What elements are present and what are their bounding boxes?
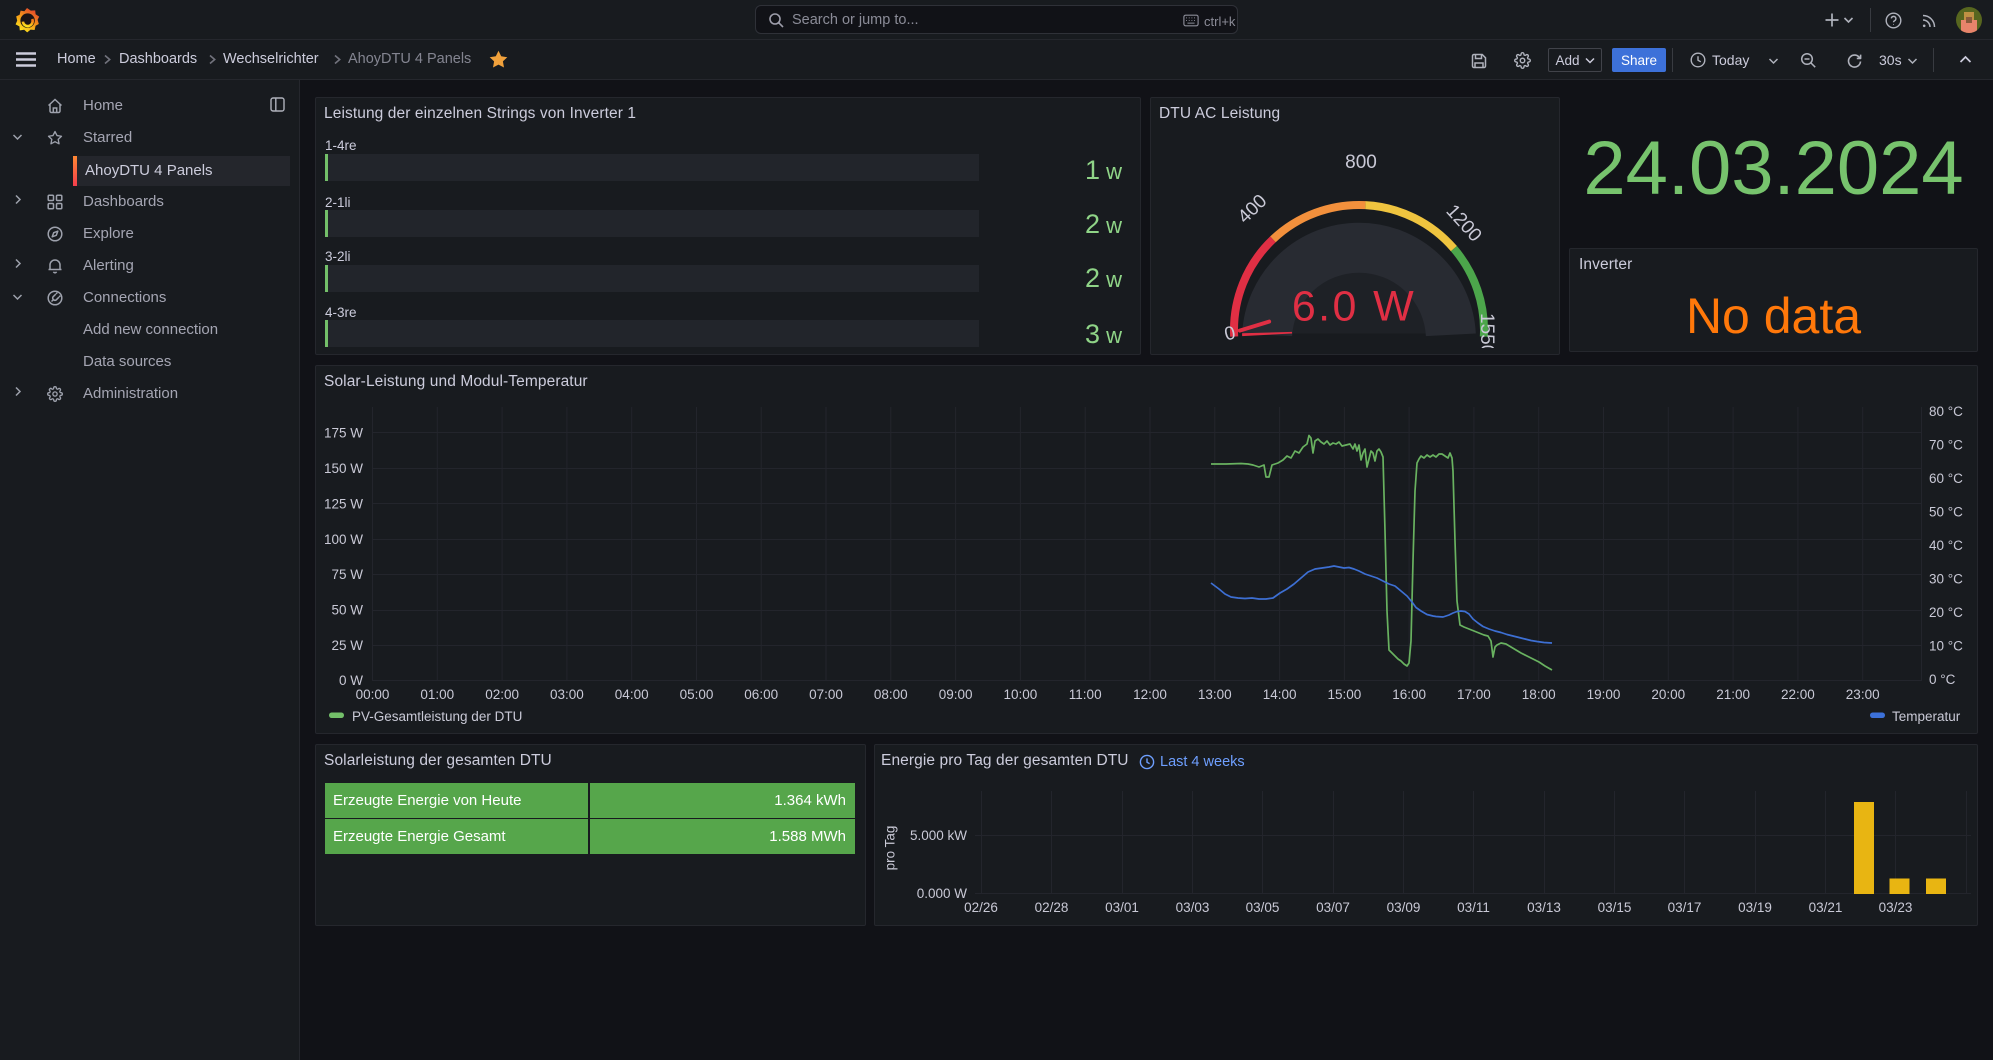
svg-text:0 °C: 0 °C: [1929, 672, 1956, 687]
svg-text:11:00: 11:00: [1069, 687, 1102, 702]
svg-text:0 W: 0 W: [339, 673, 363, 688]
svg-text:20:00: 20:00: [1651, 687, 1685, 702]
svg-text:07:00: 07:00: [809, 687, 843, 702]
svg-text:30 °C: 30 °C: [1929, 572, 1963, 587]
svg-text:03/09: 03/09: [1387, 900, 1421, 915]
svg-text:06:00: 06:00: [744, 687, 778, 702]
svg-text:03/11: 03/11: [1457, 900, 1490, 915]
svg-text:00:00: 00:00: [356, 687, 390, 702]
svg-text:50 W: 50 W: [331, 603, 363, 618]
svg-text:03/23: 03/23: [1879, 900, 1913, 915]
svg-text:150 W: 150 W: [324, 461, 363, 476]
svg-text:80 °C: 80 °C: [1929, 404, 1963, 419]
svg-text:03/01: 03/01: [1105, 900, 1139, 915]
svg-text:04:00: 04:00: [615, 687, 649, 702]
svg-text:1550: 1550: [1476, 313, 1497, 348]
svg-text:03/13: 03/13: [1527, 900, 1561, 915]
svg-text:03/21: 03/21: [1809, 900, 1843, 915]
svg-text:02/28: 02/28: [1035, 900, 1069, 915]
svg-text:13:00: 13:00: [1198, 687, 1232, 702]
svg-text:03/15: 03/15: [1598, 900, 1632, 915]
svg-text:05:00: 05:00: [680, 687, 714, 702]
svg-text:02/26: 02/26: [964, 900, 998, 915]
svg-text:22:00: 22:00: [1781, 687, 1815, 702]
svg-text:03/07: 03/07: [1316, 900, 1350, 915]
svg-text:02:00: 02:00: [485, 687, 519, 702]
svg-text:03/19: 03/19: [1738, 900, 1772, 915]
svg-text:18:00: 18:00: [1522, 687, 1556, 702]
svg-text:125 W: 125 W: [324, 497, 363, 512]
svg-text:12:00: 12:00: [1133, 687, 1167, 702]
svg-text:pro Tag: pro Tag: [883, 826, 898, 871]
svg-text:400: 400: [1234, 191, 1271, 228]
svg-text:20 °C: 20 °C: [1929, 605, 1963, 620]
svg-text:09:00: 09:00: [939, 687, 973, 702]
svg-text:60 °C: 60 °C: [1929, 471, 1963, 486]
svg-text:23:00: 23:00: [1846, 687, 1880, 702]
svg-text:100 W: 100 W: [324, 532, 363, 547]
svg-text:03/17: 03/17: [1668, 900, 1702, 915]
svg-text:03:00: 03:00: [550, 687, 584, 702]
svg-text:75 W: 75 W: [331, 567, 363, 582]
svg-text:6.0 W: 6.0 W: [1292, 283, 1416, 331]
svg-text:800: 800: [1345, 152, 1377, 173]
svg-text:16:00: 16:00: [1392, 687, 1426, 702]
svg-text:50 °C: 50 °C: [1929, 505, 1963, 520]
svg-text:17:00: 17:00: [1457, 687, 1491, 702]
svg-text:175 W: 175 W: [324, 426, 363, 441]
svg-text:40 °C: 40 °C: [1929, 538, 1963, 553]
svg-text:21:00: 21:00: [1716, 687, 1750, 702]
svg-text:25 W: 25 W: [331, 638, 363, 653]
svg-text:10:00: 10:00: [1004, 687, 1038, 702]
svg-text:15:00: 15:00: [1328, 687, 1362, 702]
svg-text:08:00: 08:00: [874, 687, 908, 702]
svg-text:0.000 W: 0.000 W: [917, 886, 968, 901]
svg-text:14:00: 14:00: [1263, 687, 1297, 702]
svg-text:PV-Gesamtleistung der DTU: PV-Gesamtleistung der DTU: [352, 709, 522, 724]
svg-text:03/03: 03/03: [1176, 900, 1210, 915]
svg-text:01:00: 01:00: [420, 687, 454, 702]
svg-text:70 °C: 70 °C: [1929, 438, 1963, 453]
svg-text:03/05: 03/05: [1246, 900, 1280, 915]
svg-text:Temperatur: Temperatur: [1892, 709, 1961, 724]
svg-text:19:00: 19:00: [1587, 687, 1621, 702]
svg-text:5.000 kW: 5.000 kW: [910, 828, 967, 843]
svg-text:10 °C: 10 °C: [1929, 639, 1963, 654]
